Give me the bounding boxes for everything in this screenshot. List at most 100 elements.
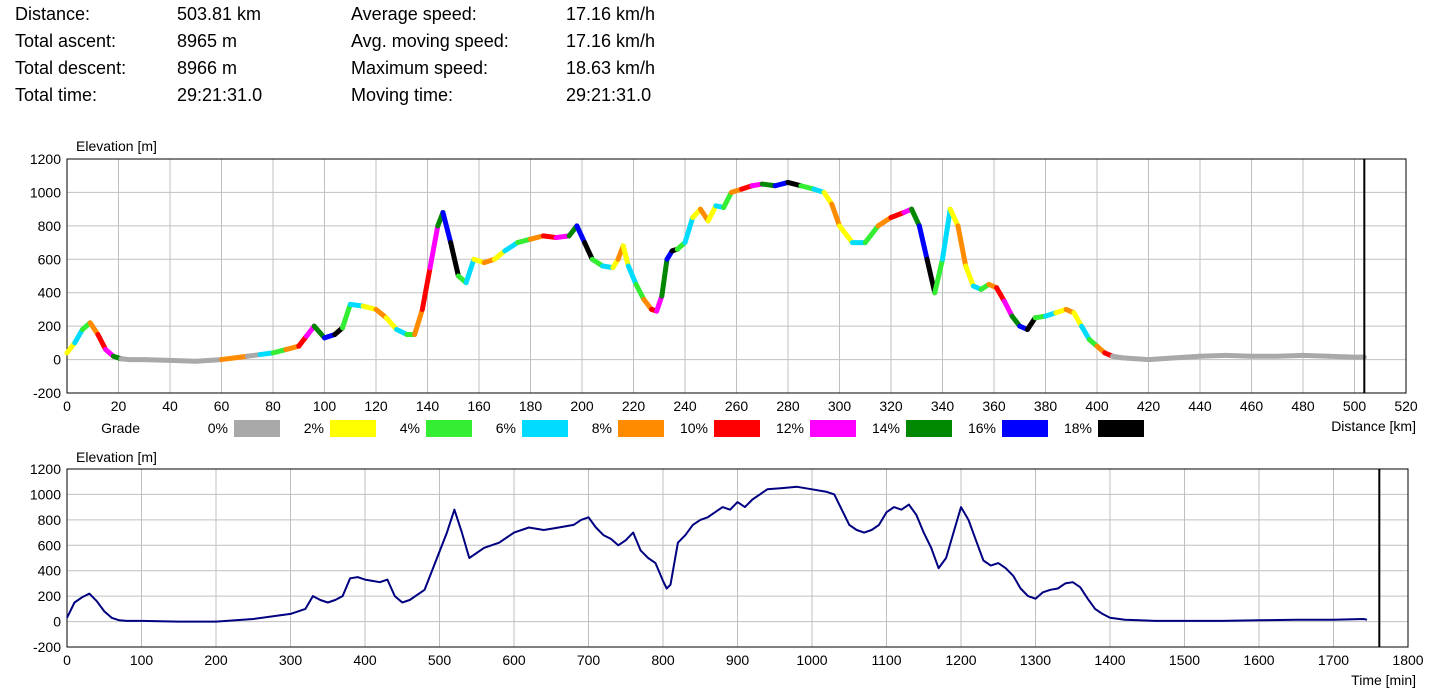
distance-chart-x-tick-label: 340 [931, 398, 955, 414]
distance-chart-ylabel: Elevation [m] [76, 138, 157, 154]
distance-chart-y-tick-label: -200 [33, 385, 61, 401]
time-chart-xlabel: Time [min] [1351, 672, 1416, 688]
distance-chart-grade-segment [1300, 352, 1332, 359]
time-chart-y-tick-label: 0 [53, 614, 61, 630]
distance-chart-x-tick-label: 140 [416, 398, 440, 414]
distance-chart-grade-segment [167, 357, 199, 364]
distance-chart-grade-segment [141, 357, 173, 363]
distance-chart-grade-segment [1274, 352, 1306, 359]
distance-chart-grade-segment [1326, 353, 1357, 360]
distance-chart-x-tick-label: 500 [1343, 398, 1367, 414]
time-chart-x-tick-label: 1100 [871, 652, 901, 668]
distance-chart-x-tick-label: 360 [982, 398, 1006, 414]
time-chart-x-tick-label: 200 [204, 652, 228, 668]
distance-chart-grade-segment [1223, 352, 1254, 359]
grade-legend: 0% 2% 4% 6% 8% 10% 12% 14% 16% 18% [208, 420, 1144, 437]
distance-chart-y-tick-label: 1000 [30, 184, 61, 200]
distance-chart-x-tick-label: 160 [467, 398, 491, 414]
distance-chart-x-tick-label: 80 [265, 398, 281, 414]
distance-chart-x-tick-label: 100 [313, 398, 337, 414]
distance-chart-grade-segment [1197, 352, 1229, 359]
grade-legend-swatch [714, 420, 760, 437]
time-chart-x-tick-label: 1800 [1392, 652, 1423, 668]
distance-chart-x-tick-label: 440 [1188, 398, 1212, 414]
distance-chart-x-tick-label: 520 [1394, 398, 1418, 414]
grade-legend-swatch [810, 420, 856, 437]
grade-legend-label: 8% [592, 420, 612, 436]
grade-legend-swatch [426, 420, 472, 437]
time-chart-x-tick-label: 1000 [796, 652, 827, 668]
grade-legend-label: 12% [776, 420, 804, 436]
time-chart-x-tick-label: 1600 [1243, 652, 1274, 668]
distance-chart-y-tick-label: 800 [38, 218, 62, 234]
distance-chart-x-tick-label: 240 [673, 398, 697, 414]
distance-chart-x-tick-label: 20 [111, 398, 127, 414]
grade-legend-label: 4% [400, 420, 420, 436]
grade-legend-label: 14% [872, 420, 900, 436]
distance-chart-x-tick-label: 280 [776, 398, 800, 414]
time-chart-x-tick-label: 1500 [1169, 652, 1200, 668]
grade-legend-swatch [522, 420, 568, 437]
grade-legend-swatch [330, 420, 376, 437]
time-chart-y-tick-label: -200 [33, 639, 61, 655]
time-chart-y-tick-label: 400 [38, 563, 62, 579]
elevation-charts: Elevation [m] Distance [km] Grade Elevat… [30, 138, 1424, 688]
grade-legend-label: 18% [1064, 420, 1092, 436]
distance-chart-x-tick-label: 180 [519, 398, 543, 414]
grade-legend-label: 10% [680, 420, 708, 436]
grade-legend-label: 16% [968, 420, 996, 436]
distance-chart-x-tick-label: 460 [1240, 398, 1264, 414]
distance-chart-x-tick-label: 0 [63, 398, 71, 414]
time-chart-ylabel: Elevation [m] [76, 449, 157, 465]
distance-chart-x-tick-label: 420 [1137, 398, 1161, 414]
time-chart-x-tick-label: 900 [726, 652, 750, 668]
distance-chart-y-tick-label: 600 [38, 251, 62, 267]
time-chart-x-tick-label: 500 [428, 652, 452, 668]
grade-legend-label: 6% [496, 420, 516, 436]
time-chart: 0 100 200 300 400 500 600 700 800 900 1000 1100 1200… [30, 461, 1424, 668]
time-chart-x-tick-label: 400 [353, 652, 377, 668]
distance-chart-x-tick-label: 380 [1034, 398, 1058, 414]
distance-chart-x-tick-label: 320 [879, 398, 903, 414]
distance-chart-y-tick-label: 1200 [30, 151, 61, 167]
time-chart-x-tick-label: 0 [63, 652, 71, 668]
time-chart-x-tick-label: 1700 [1318, 652, 1349, 668]
distance-chart-y-tick-label: 0 [53, 352, 61, 368]
time-chart-x-tick-label: 100 [130, 652, 154, 668]
distance-chart-grade-segment [1171, 353, 1203, 361]
distance-chart-x-tick-label: 300 [828, 398, 852, 414]
grade-legend-swatch [618, 420, 664, 437]
time-chart-x-tick-label: 800 [651, 652, 675, 668]
grade-legend-title: Grade [101, 420, 140, 436]
time-chart-x-tick-label: 1200 [945, 652, 976, 668]
time-chart-y-tick-label: 600 [38, 537, 62, 553]
distance-chart: 0 20 40 60 80 100 120 140 160 180 200 220 240 260 280 3… [30, 151, 1418, 437]
time-chart-y-tick-label: 1200 [30, 461, 61, 477]
distance-chart-x-tick-label: 40 [162, 398, 178, 414]
time-chart-x-tick-label: 700 [577, 652, 601, 668]
time-chart-y-tick-label: 200 [38, 588, 62, 604]
distance-chart-x-tick-label: 220 [622, 398, 646, 414]
distance-chart-grade-segment [1146, 355, 1177, 363]
grade-legend-swatch [1002, 420, 1048, 437]
distance-chart-xlabel: Distance [km] [1331, 418, 1416, 434]
grade-legend-label: 2% [304, 420, 324, 436]
grade-legend-swatch [234, 420, 280, 437]
time-chart-x-tick-label: 300 [279, 652, 303, 668]
distance-chart-x-tick-label: 120 [364, 398, 388, 414]
time-chart-x-tick-label: 600 [502, 652, 526, 668]
time-chart-y-tick-label: 800 [38, 512, 62, 528]
distance-chart-y-tick-label: 400 [38, 285, 62, 301]
distance-chart-x-tick-label: 480 [1291, 398, 1315, 414]
distance-chart-x-tick-label: 60 [214, 398, 230, 414]
distance-chart-grade-segment [219, 353, 250, 363]
distance-chart-grade-segment [193, 357, 224, 364]
distance-chart-x-tick-label: 260 [725, 398, 749, 414]
distance-chart-y-tick-label: 200 [38, 318, 62, 334]
grade-legend-swatch [1098, 420, 1144, 437]
time-chart-x-tick-label: 1300 [1020, 652, 1051, 668]
time-chart-y-tick-label: 1000 [30, 486, 61, 502]
distance-chart-x-tick-label: 400 [1085, 398, 1109, 414]
grade-legend-label: 0% [208, 420, 228, 436]
grade-legend-swatch [906, 420, 952, 437]
